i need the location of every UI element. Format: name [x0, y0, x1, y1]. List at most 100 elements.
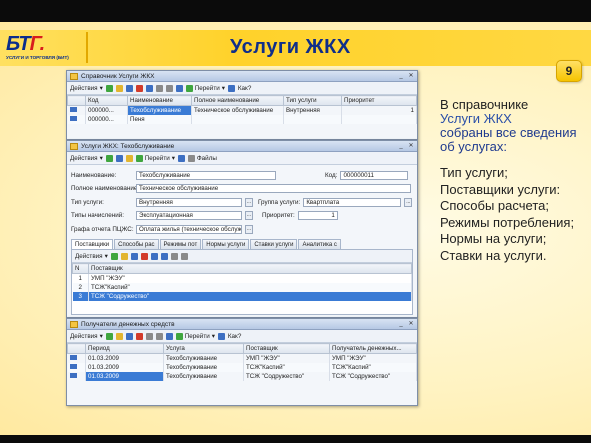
copy-icon[interactable] [125, 154, 133, 162]
catalog-window-title: Справочник Услуги ЖКХ [81, 73, 155, 80]
copy-icon[interactable] [115, 84, 123, 92]
delete-icon[interactable] [140, 252, 148, 260]
filter-icon[interactable] [145, 332, 153, 340]
table-row[interactable]: 000000... Техобслуживание Техническое об… [67, 105, 417, 115]
sort-desc-icon[interactable] [180, 252, 188, 260]
delete-icon[interactable] [135, 332, 143, 340]
files-button[interactable]: Файлы [187, 154, 217, 162]
column-supplier[interactable]: Поставщик [243, 343, 330, 354]
add-icon[interactable] [105, 84, 113, 92]
help-menu[interactable]: Как? [228, 333, 241, 340]
priority-field[interactable]: 1 [297, 211, 338, 220]
report-row: Графа отчета ПЦЖС: Оплата жилья (техниче… [71, 225, 253, 234]
close-icon[interactable]: ✕ [407, 142, 415, 150]
delete-icon[interactable] [135, 84, 143, 92]
service-form-window: Услуги ЖКХ: Техобслуживание _ ✕ Действия… [66, 140, 418, 318]
copy-icon[interactable] [115, 332, 123, 340]
minimize-icon[interactable]: _ [397, 72, 405, 80]
table-row[interactable]: 01.03.2009 Техобслуживание УМП "ЖЭУ" УМП… [67, 353, 417, 363]
column-number[interactable]: N [72, 263, 89, 274]
list-item: Ставки на услуги. [440, 247, 547, 263]
type-field[interactable]: Внутренняя [136, 198, 242, 207]
column-type[interactable]: Тип услуги [283, 95, 342, 106]
sort-asc-icon[interactable] [170, 252, 178, 260]
help-icon[interactable] [217, 332, 225, 340]
column-code[interactable]: Код [85, 95, 128, 106]
copy-icon[interactable] [120, 252, 128, 260]
table-row[interactable]: 01.03.2009 Техобслуживание ТСЖ"Каспий" Т… [67, 362, 417, 372]
refresh-icon[interactable] [175, 84, 183, 92]
close-icon[interactable]: ✕ [407, 320, 415, 328]
slide-title: Услуги ЖКХ [230, 36, 351, 58]
column-full-name[interactable]: Полное наименование [191, 95, 284, 106]
service-form-title: Услуги ЖКХ: Техобслуживание [81, 143, 175, 150]
goto-menu[interactable]: Перейти ▾ [175, 332, 215, 340]
help-icon[interactable] [227, 84, 235, 92]
list-item: Поставщики услуги: [440, 181, 561, 197]
minimize-icon[interactable]: _ [397, 142, 405, 150]
filter-icon[interactable] [155, 84, 163, 92]
table-row-selected[interactable]: 3 ТСЖ "Содружество" [72, 291, 412, 301]
column-service[interactable]: Услуга [163, 343, 244, 354]
actions-menu[interactable]: Действия ▾ [70, 155, 103, 162]
minimize-icon[interactable]: _ [397, 320, 405, 328]
type-label: Тип услуги: [71, 199, 104, 206]
full-name-row: Полное наименование: Техническое обслужи… [71, 184, 411, 193]
tab-analytics[interactable]: Аналитика с [298, 239, 341, 249]
type-select-button[interactable]: ... [245, 198, 253, 207]
actions-menu[interactable]: Действия ▾ [75, 253, 108, 260]
full-name-field[interactable]: Техническое обслуживание [136, 184, 411, 193]
column-period[interactable]: Период [85, 343, 164, 354]
goto-menu[interactable]: Перейти ▾ [185, 84, 225, 92]
service-form-toolbar: Действия ▾ Перейти ▾ Файлы [67, 152, 417, 165]
suppliers-panel: Действия ▾ N Поставщик 1 УМП "ЖЭУ" 2 ТСЖ… [71, 249, 413, 315]
code-field[interactable]: 000000011 [340, 171, 409, 180]
recipients-titlebar[interactable]: Получатели денежных средств _ ✕ [67, 319, 417, 330]
refresh-icon[interactable] [115, 154, 123, 162]
group-select-button[interactable]: ... [404, 198, 413, 207]
bottom-bar [0, 435, 591, 443]
service-form-titlebar[interactable]: Услуги ЖКХ: Техобслуживание _ ✕ [67, 141, 417, 152]
actions-menu[interactable]: Действия ▾ [70, 333, 103, 340]
table-row[interactable]: 000000... Пеня [67, 114, 417, 124]
tab-suppliers[interactable]: Поставщики [71, 239, 114, 249]
catalog-window-titlebar[interactable]: Справочник Услуги ЖКХ _ ✕ [67, 71, 417, 82]
report-label: Графа отчета ПЦЖС: [71, 226, 134, 233]
report-select-button[interactable]: ... [245, 225, 253, 234]
column-priority[interactable]: Приоритет [341, 95, 417, 106]
column-supplier[interactable]: Поставщик [88, 263, 412, 274]
table-row[interactable]: 1 УМП "ЖЭУ" [72, 273, 412, 283]
document-icon [70, 143, 78, 150]
tree-icon[interactable] [145, 84, 153, 92]
charges-select-button[interactable]: ... [245, 211, 253, 220]
sort-icon[interactable] [165, 84, 173, 92]
goto-menu[interactable]: Перейти ▾ [135, 154, 175, 162]
refresh-icon[interactable] [165, 332, 173, 340]
save-icon[interactable] [105, 154, 113, 162]
tab-calc-methods[interactable]: Способы рас [114, 239, 159, 249]
edit-icon[interactable] [125, 332, 133, 340]
actions-menu[interactable]: Действия ▾ [70, 85, 103, 92]
tab-norms[interactable]: Нормы услуги [202, 239, 250, 249]
sort-icon[interactable] [155, 332, 163, 340]
add-icon[interactable] [105, 332, 113, 340]
name-field[interactable]: Техобслуживание [136, 171, 276, 180]
table-row[interactable]: 2 ТСЖ"Каспий" [72, 282, 412, 292]
move-up-icon[interactable] [150, 252, 158, 260]
tab-rates[interactable]: Ставки услуги [250, 239, 298, 249]
move-down-icon[interactable] [160, 252, 168, 260]
charges-field[interactable]: Эксплуатационная [136, 211, 242, 220]
help-icon[interactable] [177, 154, 185, 162]
list-item: Нормы на услуги; [440, 231, 547, 246]
table-row[interactable]: 01.03.2009 Техобслуживание ТСЖ "Содружес… [67, 371, 417, 381]
group-field[interactable]: Квартплата [303, 198, 402, 207]
tab-consumption-modes[interactable]: Режимы пот [159, 239, 202, 249]
add-icon[interactable] [110, 252, 118, 260]
edit-icon[interactable] [130, 252, 138, 260]
close-icon[interactable]: ✕ [407, 72, 415, 80]
column-recipient[interactable]: Получатель денежных... [329, 343, 417, 354]
report-field[interactable]: Оплата жилья (техническое обслуж [136, 225, 242, 234]
help-menu[interactable]: Как? [238, 85, 251, 92]
column-name[interactable]: Наименование [127, 95, 192, 106]
edit-icon[interactable] [125, 84, 133, 92]
